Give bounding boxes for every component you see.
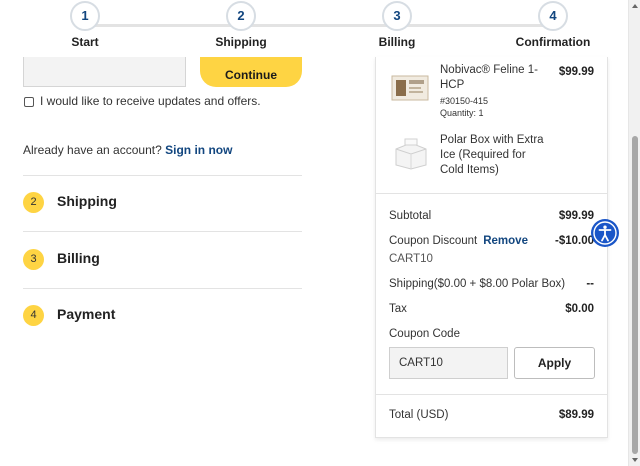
- step-label: Start: [71, 35, 99, 49]
- item-price: $99.99: [558, 66, 594, 78]
- optin-label: I would like to receive updates and offe…: [40, 94, 261, 108]
- coupon-discount-value: -$10.00: [554, 235, 594, 247]
- summary-divider: [376, 394, 607, 395]
- signin-row: Already have an account? Sign in now: [23, 143, 232, 157]
- order-summary: Nobivac® Feline 1-HCP $99.99 #30150-415 …: [375, 57, 608, 438]
- divider: [23, 231, 302, 232]
- coupon-discount-row: Coupon Discount Remove: [389, 235, 528, 247]
- section-number: 3: [23, 249, 44, 270]
- total-value: $89.99: [558, 409, 594, 421]
- step-number: 3: [382, 1, 412, 31]
- step-number: 4: [538, 1, 568, 31]
- coupon-discount-label: Coupon Discount: [389, 235, 478, 247]
- subtotal-value: $99.99: [558, 210, 594, 222]
- polar-box-image: [395, 138, 427, 170]
- step-number: 1: [70, 1, 100, 31]
- shipping-label: Shipping($0.00 + $8.00 Polar Box): [389, 278, 566, 290]
- optin-checkbox[interactable]: [24, 97, 34, 107]
- apply-coupon-button[interactable]: Apply: [514, 347, 595, 379]
- checkout-progress: 1 Start 2 Shipping 3 Billing 4 Confirmat…: [0, 0, 628, 56]
- tax-label: Tax: [389, 303, 407, 315]
- divider: [23, 288, 302, 289]
- page-scrollbar[interactable]: [628, 0, 640, 466]
- accessibility-icon: [593, 221, 617, 245]
- section-title: Shipping: [57, 193, 117, 209]
- section-number: 2: [23, 192, 44, 213]
- section-number: 4: [23, 305, 44, 326]
- scrollbar-thumb[interactable]: [632, 136, 638, 454]
- coupon-code-input[interactable]: [389, 347, 508, 379]
- scroll-down-icon[interactable]: [632, 458, 638, 462]
- remove-coupon-link[interactable]: Remove: [483, 235, 528, 247]
- item-sku: #30150-415: [440, 96, 489, 106]
- step-label: Confirmation: [515, 35, 591, 49]
- accessibility-button[interactable]: [591, 219, 619, 247]
- signin-prompt: Already have an account?: [23, 143, 162, 157]
- coupon-code-label: Coupon Code: [389, 328, 460, 340]
- total-label: Total (USD): [389, 409, 449, 421]
- section-title: Payment: [57, 306, 116, 322]
- item-quantity: Quantity: 1: [440, 108, 484, 118]
- optin-row[interactable]: I would like to receive updates and offe…: [23, 94, 283, 109]
- signin-link[interactable]: Sign in now: [165, 143, 232, 157]
- applied-coupon-code: CART10: [389, 253, 433, 265]
- summary-divider: [376, 193, 607, 194]
- step-label: Shipping: [215, 35, 267, 49]
- progress-line: [85, 24, 553, 27]
- item-name: Nobivac® Feline 1-HCP: [440, 64, 538, 91]
- vaccine-box-image: [391, 75, 429, 101]
- continue-button[interactable]: Continue: [200, 57, 302, 87]
- step-label: Billing: [378, 35, 416, 49]
- email-field[interactable]: [23, 57, 186, 87]
- scroll-up-icon[interactable]: [632, 4, 638, 8]
- item-name: Polar Box with Extra Ice (Required for C…: [440, 134, 544, 176]
- section-title: Billing: [57, 250, 100, 266]
- tax-value: $0.00: [565, 303, 594, 315]
- subtotal-label: Subtotal: [389, 210, 432, 222]
- shipping-value: --: [586, 278, 594, 290]
- divider: [23, 175, 302, 176]
- step-number: 2: [226, 1, 256, 31]
